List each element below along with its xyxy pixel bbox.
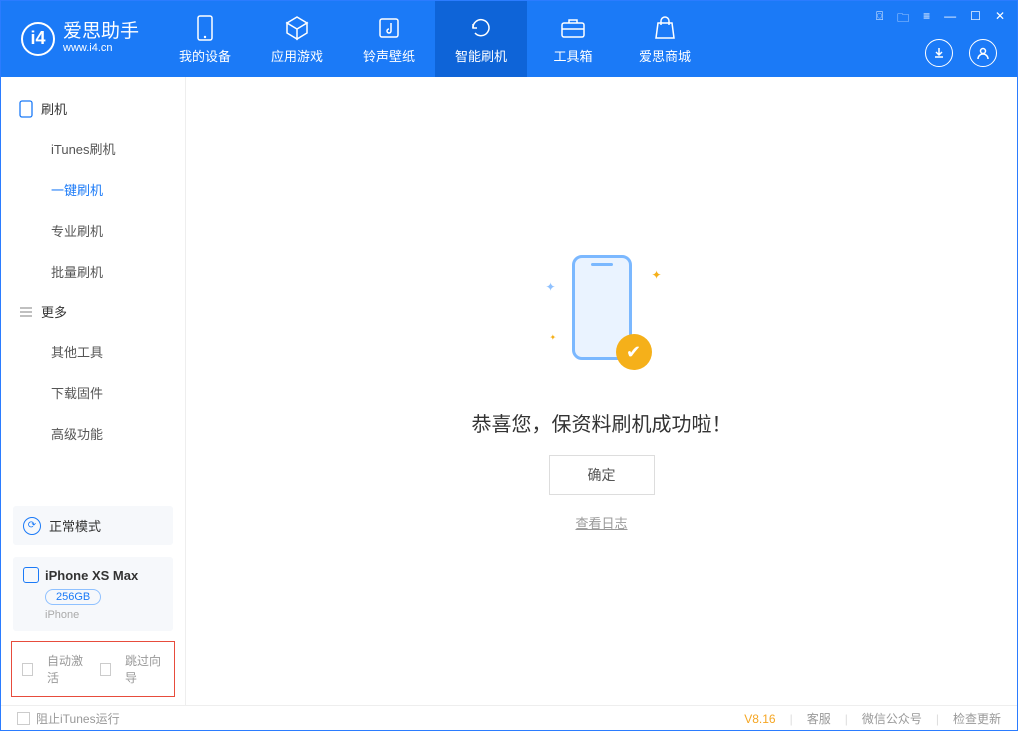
app-title: 爱思助手 bbox=[63, 22, 139, 41]
confirm-button[interactable]: 确定 bbox=[549, 455, 655, 495]
main-nav: 我的设备 应用游戏 铃声壁纸 智能刷机 工具箱 爱思商城 bbox=[159, 1, 711, 77]
nav-toolbox[interactable]: 工具箱 bbox=[527, 1, 619, 77]
sidebar-item-download-firmware[interactable]: 下载固件 bbox=[1, 372, 185, 413]
sparkle-icon: ✦ bbox=[550, 333, 557, 342]
app-subtitle: www.i4.cn bbox=[63, 41, 139, 56]
sidebar-item-itunes-flash[interactable]: iTunes刷机 bbox=[1, 128, 185, 169]
main-content: ✦ ✦ ✦ ✔ 恭喜您，保资料刷机成功啦！ 确定 查看日志 bbox=[186, 77, 1017, 705]
list-icon bbox=[19, 305, 33, 319]
sidebar-section-more: 更多 bbox=[1, 292, 185, 331]
lock-icon[interactable]: 🗀 bbox=[897, 9, 909, 30]
mode-icon: ⟳ bbox=[23, 517, 41, 535]
nav-my-device[interactable]: 我的设备 bbox=[159, 1, 251, 77]
auto-activate-label: 自动激活 bbox=[47, 652, 86, 686]
skip-guide-label: 跳过向导 bbox=[125, 652, 164, 686]
device-icon bbox=[197, 14, 213, 42]
sidebar-section-flash: 刷机 bbox=[1, 89, 185, 128]
wechat-link[interactable]: 微信公众号 bbox=[862, 710, 922, 727]
device-mode-panel: ⟳ 正常模式 bbox=[13, 506, 173, 545]
phone-icon bbox=[19, 100, 33, 118]
nav-store[interactable]: 爱思商城 bbox=[619, 1, 711, 77]
sparkle-icon: ✦ bbox=[546, 280, 556, 294]
device-mode-label: 正常模式 bbox=[49, 516, 101, 535]
block-itunes-label: 阻止iTunes运行 bbox=[36, 710, 120, 727]
sidebar-item-oneclick-flash[interactable]: 一键刷机 bbox=[1, 169, 185, 210]
device-storage-badge: 256GB bbox=[45, 589, 101, 605]
refresh-icon bbox=[469, 14, 493, 42]
close-icon[interactable]: ✕ bbox=[995, 9, 1005, 30]
view-log-link[interactable]: 查看日志 bbox=[575, 513, 627, 532]
support-link[interactable]: 客服 bbox=[807, 710, 831, 727]
auto-activate-checkbox[interactable] bbox=[22, 663, 33, 676]
download-button[interactable] bbox=[925, 39, 953, 67]
logo-icon: i4 bbox=[21, 22, 55, 56]
cube-icon bbox=[284, 14, 310, 42]
sidebar-item-pro-flash[interactable]: 专业刷机 bbox=[1, 210, 185, 251]
success-message: 恭喜您，保资料刷机成功啦！ bbox=[472, 408, 732, 437]
sparkle-icon: ✦ bbox=[651, 268, 661, 282]
header-actions bbox=[925, 39, 997, 67]
nav-ringtones-wallpapers[interactable]: 铃声壁纸 bbox=[343, 1, 435, 77]
block-itunes-checkbox[interactable] bbox=[17, 712, 30, 725]
status-bar: 阻止iTunes运行 V8.16 | 客服 | 微信公众号 | 检查更新 bbox=[1, 705, 1017, 731]
window-controls: ⌼ 🗀 ≡ — ☐ ✕ bbox=[876, 9, 1005, 30]
check-update-link[interactable]: 检查更新 bbox=[953, 710, 1001, 727]
maximize-icon[interactable]: ☐ bbox=[970, 9, 981, 30]
device-name-label: iPhone XS Max bbox=[45, 568, 138, 583]
nav-apps-games[interactable]: 应用游戏 bbox=[251, 1, 343, 77]
bag-icon bbox=[654, 14, 676, 42]
menu-icon[interactable]: ≡ bbox=[923, 9, 930, 30]
options-highlight-box: 自动激活 跳过向导 bbox=[11, 641, 175, 697]
toolbox-icon bbox=[560, 14, 586, 42]
version-label: V8.16 bbox=[744, 712, 775, 726]
app-logo: i4 爱思助手 www.i4.cn bbox=[21, 22, 139, 56]
success-illustration: ✦ ✦ ✦ ✔ bbox=[542, 250, 662, 370]
skip-guide-checkbox[interactable] bbox=[100, 663, 111, 676]
user-button[interactable] bbox=[969, 39, 997, 67]
device-info-panel: iPhone XS Max 256GB iPhone bbox=[13, 557, 173, 631]
nav-smart-flash[interactable]: 智能刷机 bbox=[435, 1, 527, 77]
minimize-icon[interactable]: — bbox=[944, 9, 956, 30]
tshirt-icon[interactable]: ⌼ bbox=[876, 9, 883, 30]
sidebar-item-other-tools[interactable]: 其他工具 bbox=[1, 331, 185, 372]
device-small-icon bbox=[23, 567, 39, 583]
music-icon bbox=[377, 14, 401, 42]
check-badge-icon: ✔ bbox=[616, 334, 652, 370]
sidebar: 刷机 iTunes刷机 一键刷机 专业刷机 批量刷机 更多 其他工具 下载固件 … bbox=[1, 77, 186, 705]
app-header: i4 爱思助手 www.i4.cn 我的设备 应用游戏 铃声壁纸 智能刷机 工具… bbox=[1, 1, 1017, 77]
sidebar-item-batch-flash[interactable]: 批量刷机 bbox=[1, 251, 185, 292]
sidebar-item-advanced[interactable]: 高级功能 bbox=[1, 413, 185, 454]
device-type-label: iPhone bbox=[45, 609, 163, 621]
